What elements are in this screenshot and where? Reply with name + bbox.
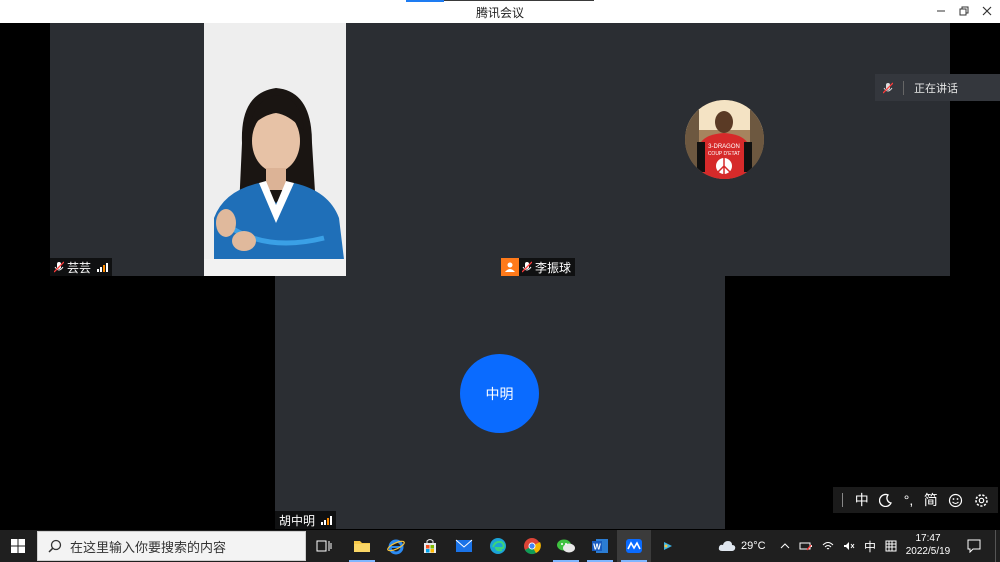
internet-explorer-icon [387, 539, 405, 555]
ime-punct-button[interactable]: °, [904, 492, 914, 508]
speaking-text: 正在讲话 [914, 82, 958, 95]
volume-muted-icon[interactable] [843, 541, 855, 551]
mic-muted-icon [883, 82, 893, 93]
media-player-icon [664, 542, 672, 550]
video-tile-top[interactable] [50, 23, 950, 276]
taskbar-clock[interactable]: 17:47 2022/5/19 [900, 532, 956, 558]
show-desktop-button[interactable] [995, 530, 1000, 562]
ime-drag-handle[interactable] [842, 493, 844, 507]
windows-taskbar: 在这里输入你要搜索的内容 W 29°C 中 17:47 2022/5/19 [0, 530, 1000, 562]
ime-emoji-icon[interactable] [948, 493, 963, 508]
host-icon [501, 258, 519, 276]
tencent-meeting-button[interactable] [617, 530, 651, 562]
mail-button[interactable] [447, 530, 481, 562]
window-title: 腾讯会议 [475, 6, 524, 20]
mail-icon [455, 539, 473, 552]
close-icon [982, 6, 992, 16]
mic-muted-icon [522, 261, 532, 273]
taskbar-search-box[interactable]: 在这里输入你要搜索的内容 [37, 531, 306, 561]
windows-logo-icon [11, 539, 25, 553]
wechat-icon [557, 539, 575, 553]
signal-strength-icon [97, 262, 109, 272]
microsoft-store-button[interactable] [413, 530, 447, 562]
signal-strength-icon [321, 515, 333, 525]
video-feed-image [204, 23, 346, 276]
nametag-li-zhenqiu: 李振球 [501, 258, 576, 276]
ime-indicator[interactable]: 中 [864, 538, 876, 555]
ime-mode-button[interactable]: 中 [855, 490, 869, 510]
keyboard-grid-icon[interactable] [885, 540, 897, 552]
participant-name: 胡中明 [279, 513, 316, 528]
restore-button[interactable] [953, 2, 975, 20]
tray-overflow-chevron-up-icon[interactable] [780, 542, 790, 550]
media-player-button[interactable] [651, 530, 685, 562]
clock-time: 17:47 [915, 533, 941, 544]
svg-text:W: W [593, 543, 601, 552]
minimize-icon [937, 10, 945, 12]
cloud-icon [718, 541, 736, 551]
avatar-photo-image: 3-DRAGON COUP D'ETAT [685, 100, 764, 179]
search-icon [48, 539, 62, 553]
avatar-hu-zhongming: 中明 [460, 354, 539, 433]
store-bag-icon [424, 539, 436, 553]
task-view-button[interactable] [307, 530, 341, 562]
participant-video-yunyun[interactable] [204, 23, 346, 276]
tencent-meeting-icon [626, 539, 642, 553]
minimize-button[interactable] [930, 2, 952, 20]
restore-icon [959, 6, 969, 16]
title-accent-line [406, 0, 444, 2]
ime-charset-button[interactable]: 简 [924, 490, 938, 510]
action-center-button[interactable] [962, 530, 986, 562]
close-button[interactable] [976, 2, 998, 20]
chrome-button[interactable] [515, 530, 549, 562]
task-view-icon [316, 540, 332, 552]
file-explorer-button[interactable] [345, 530, 379, 562]
weather-temp: 29°C [741, 540, 766, 552]
mic-muted-icon [54, 261, 64, 273]
folder-icon [354, 541, 370, 552]
system-tray: 中 [780, 530, 897, 562]
title-bar: 腾讯会议 [0, 0, 1000, 23]
chrome-icon [524, 538, 541, 555]
participant-name: 芸芸 [67, 260, 92, 275]
edge-browser-button[interactable] [481, 530, 515, 562]
word-icon: W [592, 539, 608, 553]
meeting-window: 腾讯会议 芸芸 3-DRAGON COUP D'ETAT 李振球 正在讲话 中明… [0, 0, 1000, 562]
battery-icon[interactable] [799, 541, 813, 551]
svg-text:COUP D'ETAT: COUP D'ETAT [708, 151, 740, 157]
ime-moon-icon[interactable] [879, 493, 893, 507]
search-placeholder: 在这里输入你要搜索的内容 [70, 539, 227, 555]
nametag-hu-zhongming: 胡中明 [275, 511, 337, 529]
participant-name: 李振球 [535, 260, 572, 275]
wifi-icon[interactable] [822, 541, 834, 551]
edge-icon [490, 538, 506, 554]
title-accent-line-dark [444, 0, 594, 1]
divider [903, 80, 904, 95]
participant-avatar-li-zhenqiu[interactable]: 3-DRAGON COUP D'ETAT [685, 100, 764, 179]
nametag-yunyun: 芸芸 [50, 258, 113, 276]
notification-icon [967, 539, 981, 553]
ime-toolbar: 中 °, 简 [833, 487, 998, 513]
ie-browser-button[interactable] [379, 530, 413, 562]
word-button[interactable]: W [583, 530, 617, 562]
start-button[interactable] [0, 530, 36, 562]
svg-text:3-DRAGON: 3-DRAGON [708, 144, 740, 150]
ime-settings-gear-icon[interactable] [974, 493, 989, 508]
weather-widget[interactable]: 29°C [718, 530, 766, 562]
speaking-indicator: 正在讲话 [875, 74, 1000, 101]
wechat-button[interactable] [549, 530, 583, 562]
clock-date: 2022/5/19 [905, 546, 951, 557]
